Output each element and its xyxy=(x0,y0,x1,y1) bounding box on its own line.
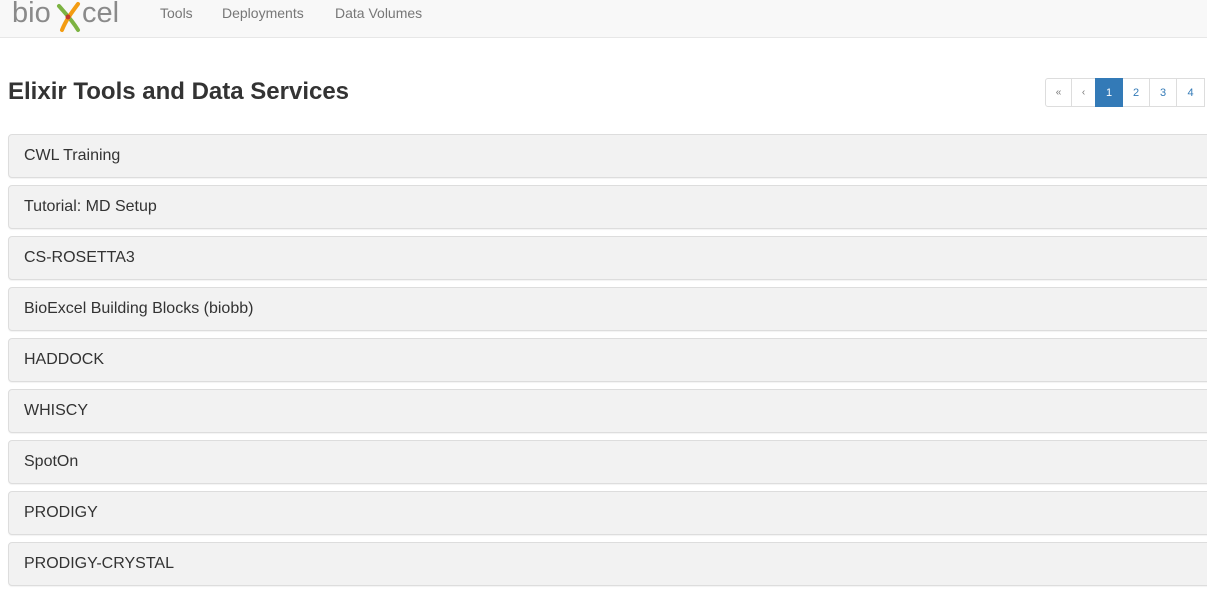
tool-item-prodigy[interactable]: PRODIGY xyxy=(8,491,1207,535)
nav-link-tools[interactable]: Tools xyxy=(160,5,193,21)
svg-text:bio: bio xyxy=(12,0,51,29)
prev-page-button[interactable]: ‹ xyxy=(1071,78,1096,107)
tool-item-cs-rosetta3[interactable]: CS-ROSETTA3 xyxy=(8,236,1207,280)
first-page-button[interactable]: « xyxy=(1045,78,1072,107)
svg-text:cel: cel xyxy=(82,0,119,29)
tool-item-cwl-training[interactable]: CWL Training xyxy=(8,134,1207,178)
tool-item-spoton[interactable]: SpotOn xyxy=(8,440,1207,484)
page-title: Elixir Tools and Data Services xyxy=(8,78,350,105)
top-navbar: bio cel Tools Deployments Data Volumes xyxy=(0,0,1207,38)
tool-item-biobb[interactable]: BioExcel Building Blocks (biobb) xyxy=(8,287,1207,331)
tool-item-prodigy-crystal[interactable]: PRODIGY-CRYSTAL xyxy=(8,542,1207,586)
nav-link-deployments[interactable]: Deployments xyxy=(222,5,304,21)
page-button-3[interactable]: 3 xyxy=(1149,78,1177,107)
pagination: « ‹ 1 2 3 4 xyxy=(1045,78,1205,107)
page-button-4[interactable]: 4 xyxy=(1176,78,1205,107)
tool-item-whiscy[interactable]: WHISCY xyxy=(8,389,1207,433)
page-button-1[interactable]: 1 xyxy=(1095,78,1123,107)
tool-list: CWL Training Tutorial: MD Setup CS-ROSET… xyxy=(8,134,1207,593)
bioexcel-logo[interactable]: bio cel xyxy=(10,0,132,34)
tool-item-tutorial-md-setup[interactable]: Tutorial: MD Setup xyxy=(8,185,1207,229)
nav-link-data-volumes[interactable]: Data Volumes xyxy=(335,5,422,21)
page-button-2[interactable]: 2 xyxy=(1122,78,1150,107)
tool-item-haddock[interactable]: HADDOCK xyxy=(8,338,1207,382)
